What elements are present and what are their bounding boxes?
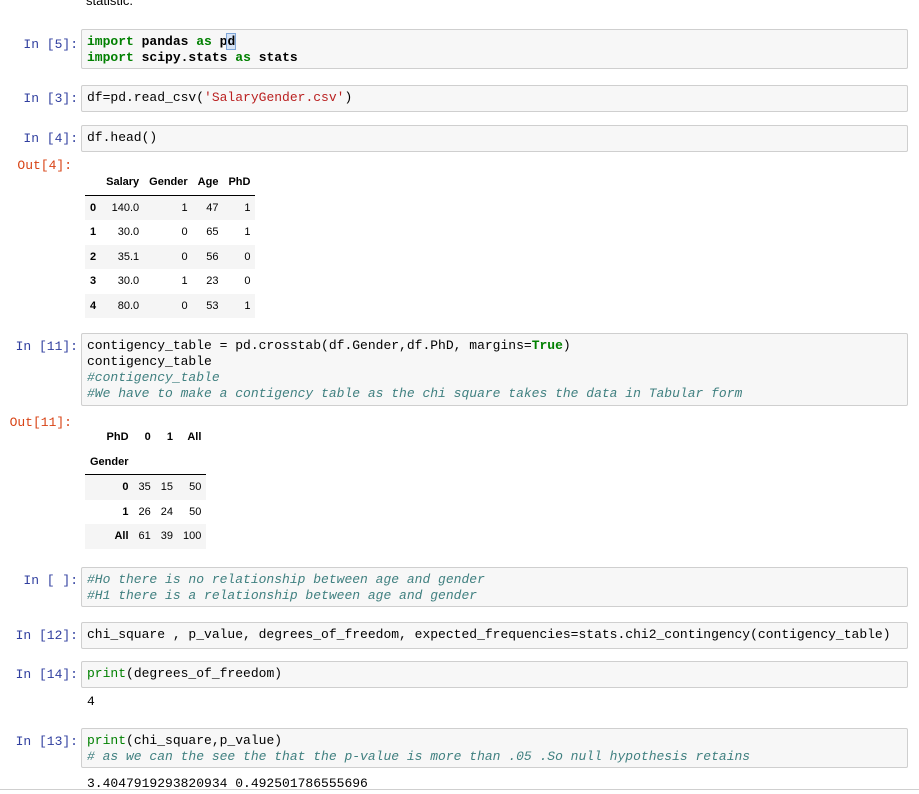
- row-index: All: [114, 530, 129, 543]
- table-cell: 0: [181, 226, 188, 239]
- divider: [0, 789, 919, 790]
- table-cell: 30.0: [117, 275, 140, 288]
- input-prompt: In [14]:: [15, 667, 78, 682]
- table-row: 1 26 24 50: [85, 500, 206, 525]
- row-index: 1: [122, 505, 129, 518]
- code-input[interactable]: print(chi_square,p_value) # as we can th…: [81, 728, 908, 768]
- row-index: 1: [90, 226, 97, 239]
- table-row: 1 30.0 0 65 1: [85, 220, 255, 245]
- table-row: 3 30.0 1 23 0: [85, 269, 255, 294]
- table-cell: 47: [206, 201, 219, 214]
- table-cell: 23: [206, 275, 219, 288]
- table-cell: 50: [189, 481, 202, 494]
- table-cell: 0: [181, 250, 188, 263]
- column-header: 1: [166, 431, 174, 444]
- table-cell: 100: [183, 530, 202, 543]
- column-header: 0: [144, 431, 151, 444]
- column-header: PhD: [223, 170, 256, 196]
- table-cell: 1: [181, 201, 188, 214]
- table-cell: 39: [160, 530, 174, 543]
- input-prompt: In [5]:: [23, 37, 78, 52]
- code-input[interactable]: print(degrees_of_freedom): [81, 661, 908, 688]
- code-input[interactable]: import pandas as pd import scipy.stats a…: [81, 29, 908, 69]
- input-prompt: In [ ]:: [23, 573, 78, 588]
- table-cell: 35: [138, 481, 151, 494]
- comment-line: # as we can the see the that the p-value…: [87, 749, 751, 764]
- column-header: Gender: [144, 170, 193, 196]
- table-row: 2 35.1 0 56 0: [85, 244, 256, 269]
- table-cell: 61: [138, 530, 151, 543]
- table-cell: 24: [160, 505, 174, 518]
- column-header: All: [187, 431, 202, 444]
- input-prompt: In [11]:: [15, 339, 78, 354]
- dataframe-table: Salary Gender Age PhD 0 140.0 1 47 1 1 30.0 0 65 1 2 3…: [85, 170, 256, 318]
- crosstab-output: PhD 0 1 All Gender 0 35 15 50 1 26 24 50 All 61 39…: [85, 425, 207, 549]
- row-index: 2: [90, 250, 97, 263]
- table-cell: 30.0: [117, 226, 140, 239]
- table-cell: 50: [189, 505, 202, 518]
- dataframe-head-output: Salary Gender Age PhD 0 140.0 1 47 1 1 30.0 0 65 1 2 3…: [85, 170, 256, 318]
- table-row: 0 35 15 50: [85, 474, 207, 500]
- table-cell: 1: [244, 299, 251, 312]
- code-input[interactable]: chi_square , p_value, degrees_of_freedom…: [81, 622, 908, 649]
- input-prompt: In [12]:: [15, 628, 78, 643]
- table-row: All 61 39 100: [85, 524, 207, 549]
- code-input[interactable]: contigency_table = pd.crosstab(df.Gender…: [81, 333, 908, 406]
- stdout-output: 4: [87, 694, 95, 709]
- table-cell: 1: [181, 275, 188, 288]
- crosstab-table: PhD 0 1 All Gender 0 35 15 50 1 26 24 50 All 61 39…: [85, 425, 207, 549]
- table-cell: 53: [206, 299, 219, 312]
- table-cell: 65: [206, 226, 219, 239]
- table-row: 0 140.0 1 47 1: [85, 195, 256, 220]
- column-header: [85, 170, 102, 196]
- table-cell: 26: [138, 505, 151, 518]
- input-prompt: In [13]:: [15, 734, 78, 749]
- row-index: 4: [90, 299, 97, 312]
- table-cell: 0: [244, 250, 251, 263]
- table-cell: 15: [160, 481, 174, 494]
- row-index: 3: [90, 275, 97, 288]
- comment-line: #Ho there is no relationship between age…: [87, 572, 485, 587]
- markdown-text: statistic.: [86, 0, 133, 8]
- column-header: Salary: [101, 170, 145, 196]
- table-cell: 1: [244, 226, 251, 239]
- table-cell: 56: [206, 250, 219, 263]
- code-input[interactable]: df.head(): [81, 125, 908, 152]
- code-input[interactable]: #Ho there is no relationship between age…: [81, 567, 908, 607]
- table-cell: 35.1: [117, 250, 140, 263]
- column-axis-name: PhD: [106, 431, 129, 444]
- table-row: 4 80.0 0 53 1: [85, 293, 256, 318]
- input-prompt: In [4]:: [23, 131, 78, 146]
- column-header: Age: [192, 170, 224, 196]
- table-cell: 140.0: [111, 201, 140, 214]
- output-prompt: Out[4]:: [17, 158, 72, 173]
- code-input[interactable]: df=pd.read_csv('SalaryGender.csv'): [81, 85, 908, 112]
- index-name: Gender: [85, 449, 134, 475]
- input-prompt: In [3]:: [23, 91, 78, 106]
- row-index: 0: [122, 481, 129, 494]
- row-index: 0: [90, 201, 97, 214]
- comment-line: #H1 there is a relationship between age …: [87, 588, 478, 603]
- table-cell: 0: [181, 299, 188, 312]
- table-cell: 80.0: [117, 299, 140, 312]
- table-cell: 1: [244, 201, 251, 214]
- output-prompt: Out[11]:: [9, 415, 72, 430]
- table-cell: 0: [244, 275, 251, 288]
